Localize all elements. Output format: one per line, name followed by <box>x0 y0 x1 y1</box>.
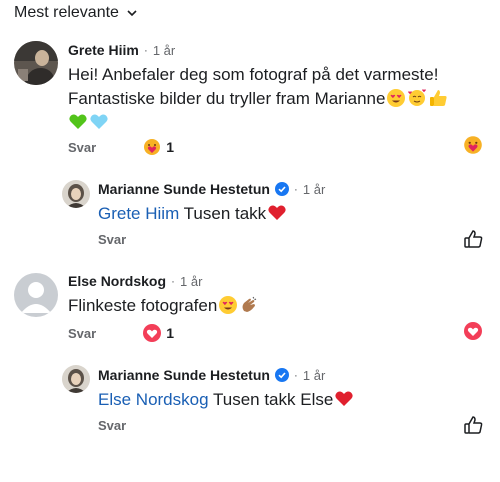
reaction-count: 1 <box>166 325 174 341</box>
reply-header: Marianne Sunde Hestetun · 1 år <box>98 367 326 383</box>
chevron-down-icon <box>127 10 137 17</box>
avatar[interactable] <box>62 365 90 393</box>
reply-header: Marianne Sunde Hestetun · 1 år <box>98 181 326 197</box>
comment-text: Hei! Anbefaler deg som fotograf på det v… <box>68 63 448 135</box>
reply-age[interactable]: 1 år <box>303 182 325 197</box>
avatar[interactable] <box>62 180 90 208</box>
sort-dropdown[interactable]: Mest relevante <box>14 4 139 22</box>
reply-text: Else Nordskog Tusen takk Else <box>98 388 354 412</box>
verified-badge-icon <box>274 368 289 382</box>
like-icon[interactable] <box>463 415 483 435</box>
reply-button[interactable]: Svar <box>68 140 96 155</box>
care-emoji-icon <box>144 139 161 155</box>
smiling-hearts-emoji-icon <box>408 89 427 106</box>
green-heart-emoji-icon <box>69 114 87 129</box>
comment-age[interactable]: 1 år <box>153 43 175 58</box>
verified-badge-icon <box>274 182 289 196</box>
light-blue-heart-emoji-icon <box>90 114 108 129</box>
comment-author[interactable]: Else Nordskog <box>68 273 166 289</box>
comment-actions: Svar 1 <box>68 323 174 343</box>
reply-text: Grete Hiim Tusen takk <box>98 202 287 226</box>
love-react-button-icon[interactable] <box>463 321 483 341</box>
mention-link[interactable]: Else Nordskog <box>98 390 209 409</box>
comment-header: Else Nordskog · 1 år <box>68 273 203 289</box>
comment-actions: Svar 1 <box>68 137 174 157</box>
reply-author[interactable]: Marianne Sunde Hestetun <box>98 367 270 383</box>
reaction-summary[interactable]: 1 <box>142 323 174 343</box>
red-heart-emoji-icon <box>335 391 353 406</box>
heart-eyes-emoji-icon <box>219 296 238 314</box>
red-heart-emoji-icon <box>268 205 286 220</box>
reply-button[interactable]: Svar <box>98 418 126 433</box>
comment-header: Grete Hiim · 1 år <box>68 42 176 58</box>
sort-label: Mest relevante <box>14 4 119 21</box>
avatar[interactable] <box>14 41 58 85</box>
thumbs-up-emoji-icon <box>430 90 448 106</box>
reply-button[interactable]: Svar <box>98 232 126 247</box>
comment-text: Flinkeste fotografen <box>68 294 259 318</box>
reply-age[interactable]: 1 år <box>303 368 325 383</box>
clapping-hands-emoji-icon <box>242 296 257 312</box>
heart-eyes-emoji-icon <box>387 89 406 107</box>
avatar[interactable] <box>14 273 58 317</box>
mention-link[interactable]: Grete Hiim <box>98 204 179 223</box>
reaction-summary[interactable]: 1 <box>142 137 174 157</box>
care-react-button-icon[interactable] <box>462 134 484 156</box>
reply-button[interactable]: Svar <box>68 326 96 341</box>
comment-age[interactable]: 1 år <box>180 274 202 289</box>
reaction-count: 1 <box>166 139 174 155</box>
love-icon <box>143 324 162 342</box>
reply-actions: Svar <box>98 232 126 247</box>
reply-author[interactable]: Marianne Sunde Hestetun <box>98 181 270 197</box>
like-icon[interactable] <box>463 229 483 249</box>
reply-actions: Svar <box>98 418 126 433</box>
comment-author[interactable]: Grete Hiim <box>68 42 139 58</box>
